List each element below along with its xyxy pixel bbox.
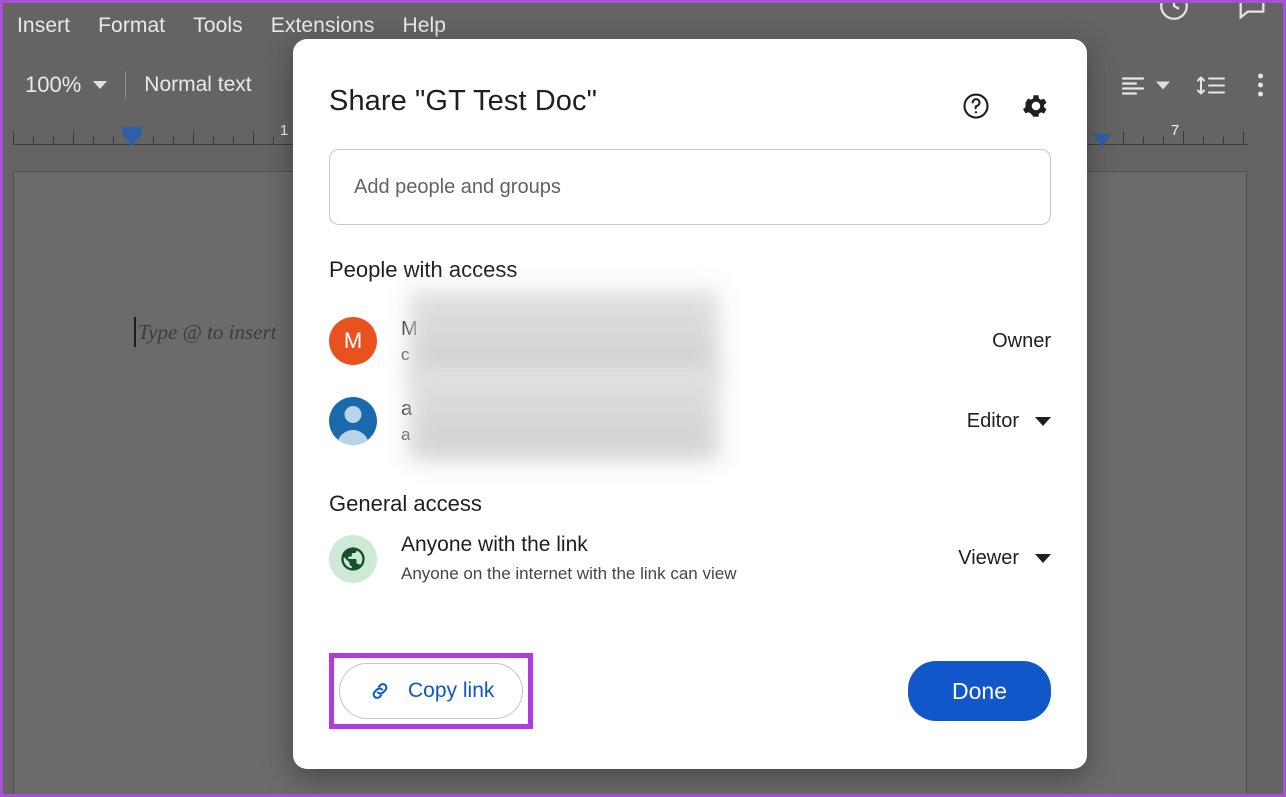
dialog-title: Share "GT Test Doc" <box>329 85 598 117</box>
zoom-selector[interactable]: 100% <box>25 72 108 98</box>
person-email: c <box>401 344 410 364</box>
line-spacing-icon[interactable] <box>1196 74 1226 96</box>
done-button[interactable]: Done <box>908 661 1051 721</box>
role-text: Owner <box>992 329 1051 352</box>
gear-icon[interactable] <box>1021 91 1051 121</box>
table-row[interactable]: a a Editor <box>329 369 1051 461</box>
general-access-scope: Anyone with the link <box>401 533 588 556</box>
role-label-owner: Owner <box>992 330 1051 353</box>
person-identity: M c <box>401 289 992 380</box>
ruler-number-right: 7 <box>1170 122 1180 139</box>
general-access-info: Anyone with the link Anyone on the inter… <box>401 533 958 584</box>
avatar-initial: M <box>343 328 363 353</box>
chevron-down-icon <box>1035 416 1051 426</box>
avatar: M <box>329 317 377 365</box>
copy-link-button[interactable]: Copy link <box>339 663 524 719</box>
document-placeholder: Type @ to insert <box>138 319 277 344</box>
document-actions <box>1157 3 1269 23</box>
dialog-header-actions <box>961 85 1051 121</box>
add-people-placeholder: Add people and groups <box>354 175 561 198</box>
dialog-footer: Copy link Done <box>329 653 1051 729</box>
general-access-heading: General access <box>329 491 482 516</box>
clock-history-icon[interactable] <box>1157 3 1191 23</box>
document-body[interactable]: Type @ to insert <box>134 317 277 347</box>
link-chain-icon <box>368 679 392 703</box>
dialog-header: Share "GT Test Doc" <box>329 63 1051 121</box>
person-silhouette-body <box>337 430 369 445</box>
text-cursor <box>134 317 136 347</box>
paragraph-style-selector[interactable]: Normal text <box>144 73 251 97</box>
person-silhouette-icon <box>344 406 362 423</box>
people-with-access-heading: People with access <box>329 257 518 282</box>
person-identity: a a <box>401 369 967 460</box>
zoom-value: 100% <box>25 72 82 97</box>
copy-link-highlight-box: Copy link <box>329 653 534 729</box>
align-left-icon[interactable] <box>1120 74 1146 96</box>
right-indent-marker[interactable] <box>1092 134 1112 146</box>
role-text: Viewer <box>958 547 1019 569</box>
help-circle-icon[interactable] <box>961 91 991 121</box>
globe-icon <box>329 534 377 583</box>
people-list: M M c Owner a a Editor <box>329 289 1051 461</box>
screenshot-frame: Insert Format Tools Extensions Help 100% <box>0 0 1286 797</box>
menu-item-extensions[interactable]: Extensions <box>271 14 375 38</box>
share-dialog: Share "GT Test Doc" Add people and group… <box>293 39 1087 769</box>
ruler-number-left: 1 <box>279 122 289 139</box>
general-access-role-selector[interactable]: Viewer <box>958 547 1051 570</box>
role-selector-editor[interactable]: Editor <box>967 410 1051 433</box>
avatar <box>329 397 377 445</box>
first-line-indent-marker[interactable] <box>122 127 142 134</box>
chevron-down-icon <box>1035 554 1051 563</box>
general-access-section: General access Anyone with the link Anyo… <box>329 491 1051 584</box>
toolbar-divider <box>125 71 127 99</box>
general-access-scope-selector[interactable]: Anyone with the link <box>401 533 958 557</box>
chevron-down-icon <box>93 81 108 89</box>
menu-item-tools[interactable]: Tools <box>193 14 243 38</box>
menu-item-help[interactable]: Help <box>403 14 447 38</box>
chevron-down-icon[interactable] <box>1156 81 1170 89</box>
more-options-kebab-icon[interactable] <box>1252 73 1269 97</box>
role-text: Editor <box>966 409 1019 432</box>
general-access-row: Anyone with the link Anyone on the inter… <box>329 533 1051 584</box>
menu-item-format[interactable]: Format <box>98 14 165 38</box>
table-row[interactable]: M M c Owner <box>329 289 1051 381</box>
toolbar-right-group <box>1120 73 1269 97</box>
comment-icon[interactable] <box>1235 3 1269 23</box>
general-access-description: Anyone on the internet with the link can… <box>401 564 737 583</box>
person-email: a <box>401 424 411 444</box>
menu-item-insert[interactable]: Insert <box>17 14 70 38</box>
person-name: a <box>401 397 413 420</box>
left-indent-marker[interactable] <box>122 134 142 146</box>
person-name: M <box>401 317 418 340</box>
copy-link-label: Copy link <box>408 679 495 702</box>
add-people-input[interactable]: Add people and groups <box>329 149 1051 225</box>
